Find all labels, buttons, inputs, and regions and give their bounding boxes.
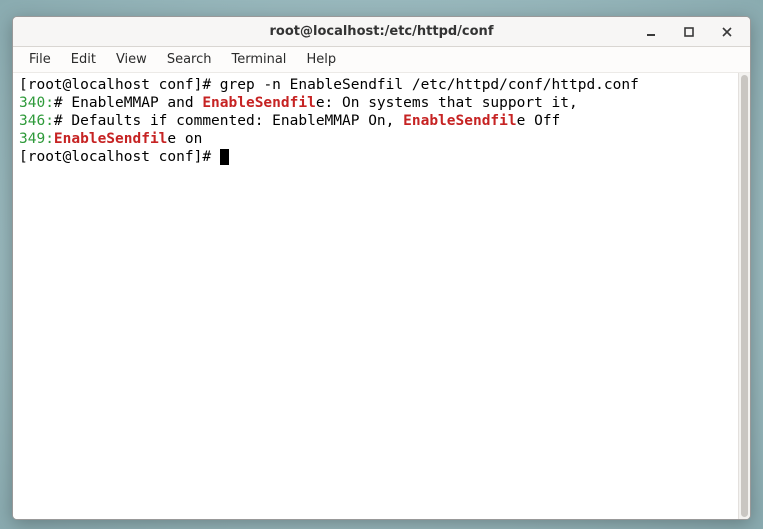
prompt: [root@localhost conf]# xyxy=(19,77,220,93)
grep-lineno: 340: xyxy=(19,95,54,111)
scrollbar[interactable] xyxy=(738,73,750,519)
menubar: File Edit View Search Terminal Help xyxy=(13,47,750,73)
grep-post: e: On systems that support it, xyxy=(316,95,578,111)
menu-edit[interactable]: Edit xyxy=(61,49,106,70)
command-text: grep -n EnableSendfil /etc/httpd/conf/ht… xyxy=(220,77,639,93)
scrollbar-thumb[interactable] xyxy=(741,75,748,517)
close-button[interactable] xyxy=(708,18,746,46)
grep-post: e Off xyxy=(517,113,561,129)
grep-match: EnableSendfil xyxy=(54,131,168,147)
grep-post: e on xyxy=(167,131,202,147)
grep-pre: # Defaults if commented: EnableMMAP On, xyxy=(54,113,403,129)
grep-match: EnableSendfil xyxy=(202,95,316,111)
menu-file[interactable]: File xyxy=(19,49,61,70)
prompt: [root@localhost conf]# xyxy=(19,149,220,165)
grep-pre: # EnableMMAP and xyxy=(54,95,202,111)
terminal-area-wrap: [root@localhost conf]# grep -n EnableSen… xyxy=(13,73,750,519)
cursor-block xyxy=(220,149,229,165)
minimize-button[interactable] xyxy=(632,18,670,46)
terminal-area[interactable]: [root@localhost conf]# grep -n EnableSen… xyxy=(13,73,738,519)
menu-help[interactable]: Help xyxy=(296,49,346,70)
maximize-button[interactable] xyxy=(670,18,708,46)
menu-view[interactable]: View xyxy=(106,49,157,70)
grep-match: EnableSendfil xyxy=(403,113,517,129)
grep-lineno: 346: xyxy=(19,113,54,129)
grep-lineno: 349: xyxy=(19,131,54,147)
terminal-window: root@localhost:/etc/httpd/conf File Edit… xyxy=(12,16,751,520)
menu-search[interactable]: Search xyxy=(157,49,222,70)
window-controls xyxy=(632,18,746,46)
titlebar[interactable]: root@localhost:/etc/httpd/conf xyxy=(13,17,750,47)
menu-terminal[interactable]: Terminal xyxy=(221,49,296,70)
